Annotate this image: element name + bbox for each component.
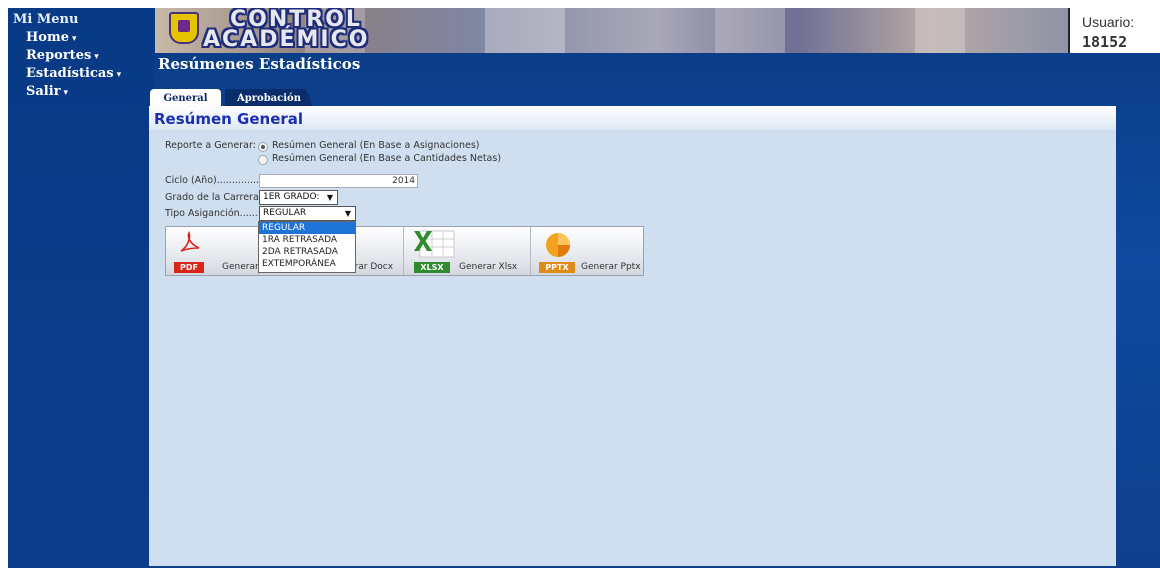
caret-down-icon: ▾ — [71, 34, 77, 44]
generate-pptx-button[interactable]: PPTX Generar Pptx — [530, 227, 643, 275]
cycle-label: Ciclo (Año)..............: — [165, 175, 263, 186]
dropdown-option-2da[interactable]: 2DA RETRASADA — [259, 246, 355, 258]
pptx-tag: PPTX — [539, 262, 575, 273]
logo-seal-icon — [169, 12, 199, 44]
panel-title: Resúmen General — [154, 110, 304, 128]
header-banner: CONTROL ACADÉMICO — [155, 8, 1068, 53]
export-toolbar: PDF Generar erar Docx XLSX Generar Xlsx … — [165, 226, 644, 276]
tab-general[interactable]: General — [150, 89, 221, 107]
chevron-down-icon: ▼ — [344, 209, 351, 218]
user-box: Usuario: 18152 — [1068, 8, 1160, 53]
menu-item-reportes[interactable]: Reportes ▾ — [26, 48, 99, 63]
report-radio-netas[interactable] — [258, 155, 268, 165]
user-id: 18152 — [1082, 33, 1128, 51]
type-select-value: REGULAR — [263, 208, 307, 218]
generate-pdf-button[interactable]: PDF Generar — [166, 227, 259, 275]
menu-item-label: Reportes — [26, 48, 92, 63]
xlsx-tag: XLSX — [414, 262, 450, 273]
generate-xlsx-button[interactable]: XLSX Generar Xlsx — [403, 227, 531, 275]
side-menu: Mi Menu Home ▾ Reportes ▾ Estadísticas ▾ Sa… — [8, 8, 155, 568]
type-select[interactable]: REGULAR ▼ — [259, 206, 356, 221]
page-title: Resúmenes Estadísticos — [158, 55, 361, 73]
pptx-icon — [546, 233, 570, 257]
menu-item-label: Home — [26, 30, 69, 45]
panel-header: Resúmen General — [149, 106, 1116, 130]
banner-photo — [485, 8, 565, 53]
xlsx-button-label: Generar Xlsx — [459, 262, 518, 272]
banner-photo — [715, 8, 785, 53]
pdf-icon — [180, 231, 200, 252]
menu-title: Mi Menu — [13, 12, 79, 27]
menu-item-label: Salir — [26, 84, 61, 99]
user-label: Usuario: — [1082, 14, 1135, 30]
report-radio-asignaciones[interactable] — [258, 142, 268, 152]
type-dropdown-list: REGULAR 1RA RETRASADA 2DA RETRASADA EXTE… — [258, 221, 356, 273]
type-label: Tipo Asiganción......: — [165, 208, 261, 219]
report-label: Reporte a Generar: — [165, 140, 256, 151]
report-option-label: Resúmen General (En Base a Asignaciones) — [272, 140, 480, 151]
grade-select-value: 1ER GRADO: — [263, 192, 320, 202]
dropdown-option-1ra[interactable]: 1RA RETRASADA — [259, 234, 355, 246]
dropdown-option-regular[interactable]: REGULAR — [259, 222, 355, 234]
menu-item-label: Estadísticas — [26, 66, 114, 81]
tab-aprobacion[interactable]: Aprobación — [225, 89, 313, 107]
grade-select[interactable]: 1ER GRADO: ▼ — [259, 190, 338, 205]
pptx-button-label: Generar Pptx — [581, 262, 641, 272]
banner-photo — [915, 8, 965, 53]
pdf-tag: PDF — [174, 262, 204, 273]
dropdown-option-extemporanea[interactable]: EXTEMPORÁNEA — [259, 258, 355, 270]
menu-item-home[interactable]: Home ▾ — [26, 30, 77, 45]
report-option-label: Resúmen General (En Base a Cantidades Ne… — [272, 153, 502, 164]
menu-item-salir[interactable]: Salir ▾ — [26, 84, 68, 99]
banner-title-line2: ACADÉMICO — [203, 27, 370, 52]
caret-down-icon: ▾ — [63, 88, 69, 98]
menu-item-estadisticas[interactable]: Estadísticas ▾ — [26, 66, 121, 81]
caret-down-icon: ▾ — [94, 52, 99, 62]
grade-label: Grado de la Carrera: — [165, 192, 262, 203]
chevron-down-icon: ▼ — [326, 193, 333, 202]
caret-down-icon: ▾ — [116, 70, 122, 80]
pdf-button-label: Generar — [222, 262, 259, 272]
excel-icon — [414, 230, 455, 258]
cycle-input[interactable]: 2014 — [259, 174, 418, 188]
